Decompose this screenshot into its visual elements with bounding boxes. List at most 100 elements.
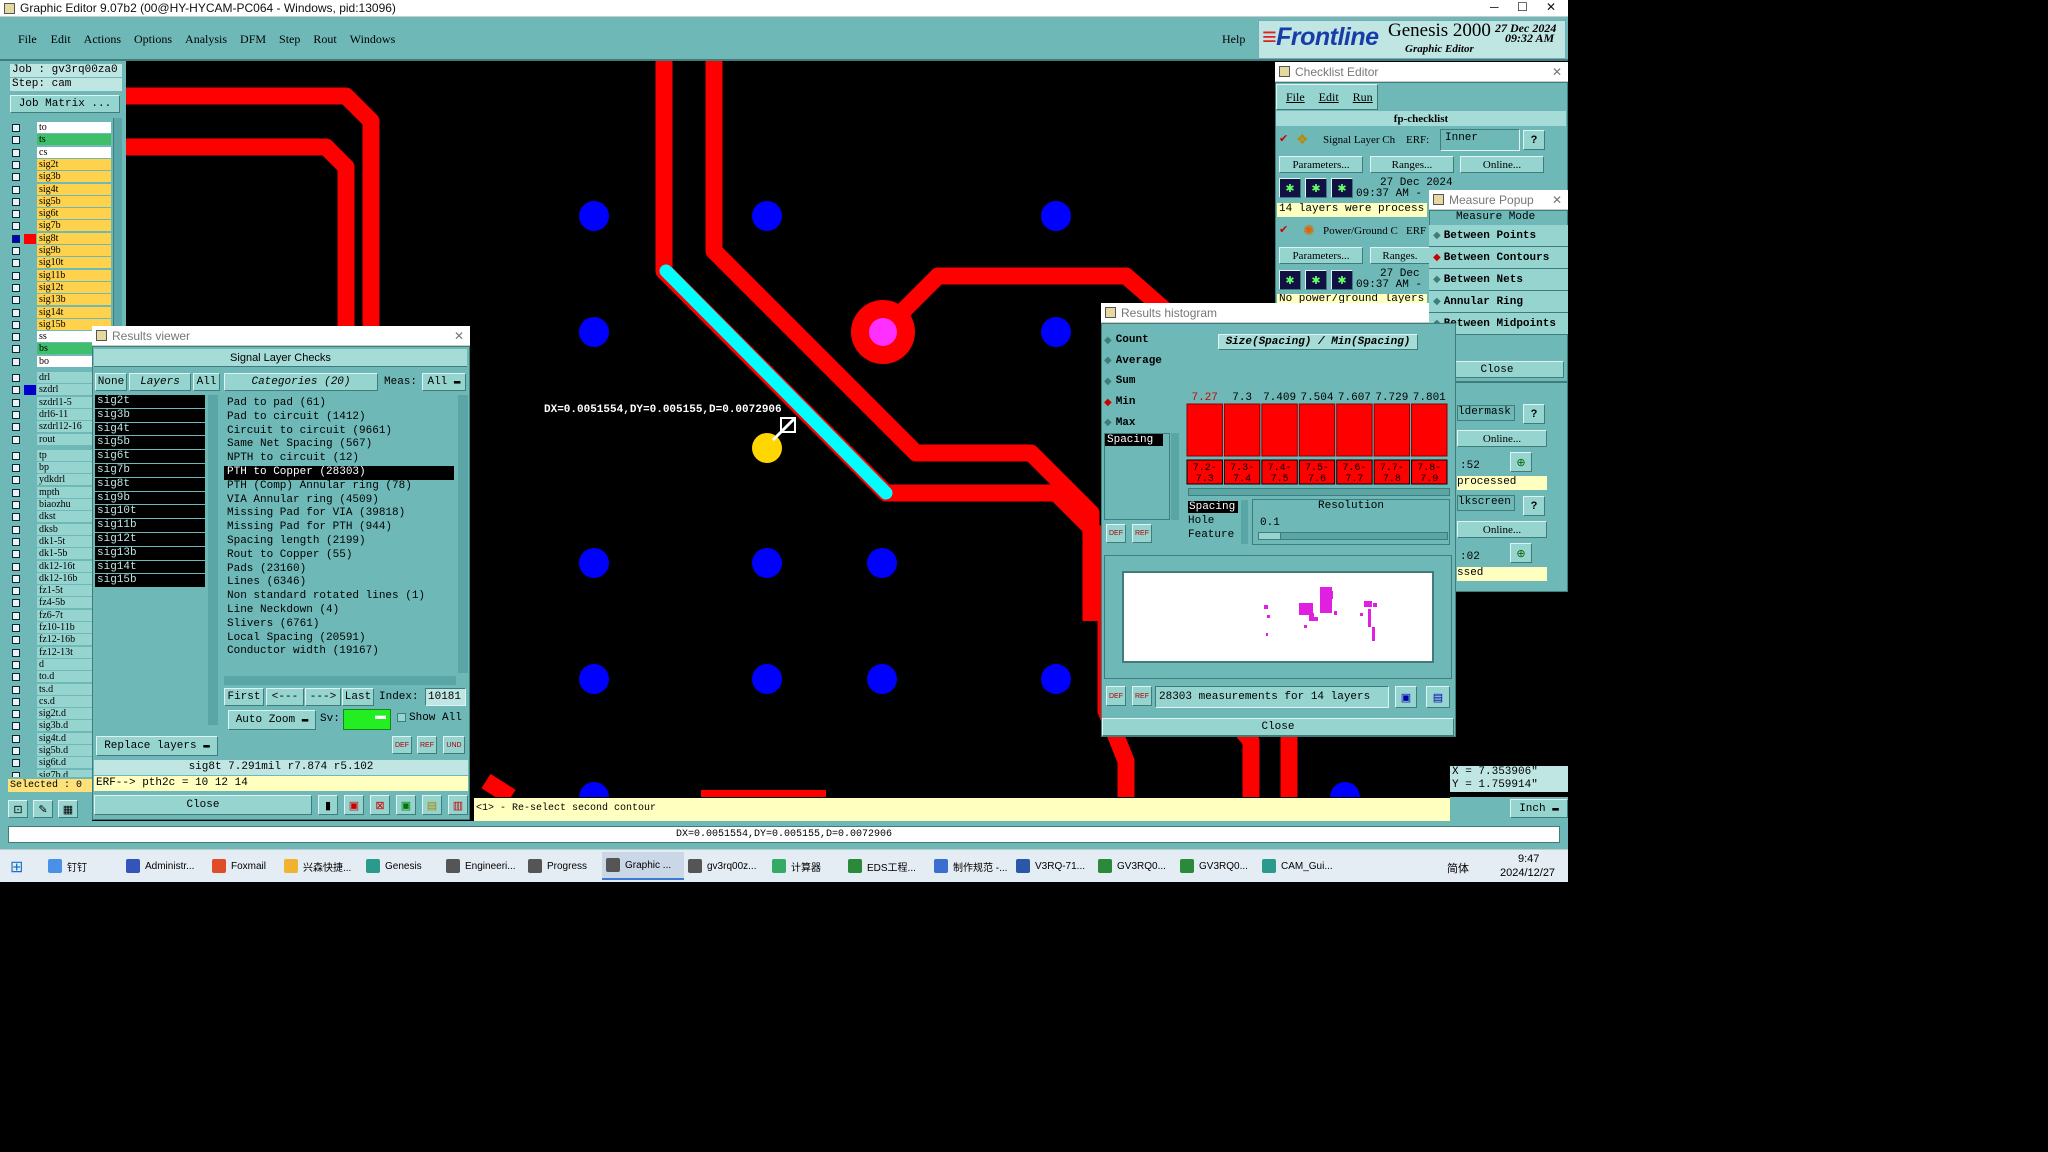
category-item[interactable]: Slivers (6761) xyxy=(224,618,454,632)
taskbar-item[interactable]: 计算器 xyxy=(768,852,844,880)
run-icon-1[interactable]: ✱ xyxy=(1279,178,1301,198)
color-bar-icon[interactable]: ▮ xyxy=(318,795,338,815)
stat-option[interactable]: ◆ Sum xyxy=(1104,371,1180,392)
def-icon[interactable]: DEF xyxy=(392,736,412,754)
help-button-1[interactable]: ? xyxy=(1523,130,1545,150)
histogram-bar[interactable] xyxy=(1298,403,1336,457)
layer-checkbox[interactable] xyxy=(12,501,20,509)
taskbar-item[interactable]: gv3rq00z... xyxy=(684,852,768,880)
layer-checkbox[interactable] xyxy=(12,308,20,317)
histogram-bar[interactable] xyxy=(1373,403,1411,457)
category-item[interactable]: Line Neckdown (4) xyxy=(224,604,454,618)
layer-checkbox[interactable] xyxy=(12,759,20,768)
index-field[interactable]: 10181 xyxy=(425,688,466,706)
layer-checkbox[interactable] xyxy=(12,210,20,219)
results-layer-item[interactable]: sig11b xyxy=(95,519,205,533)
layer-name[interactable]: sig6t xyxy=(37,208,111,220)
layer-row[interactable]: sig11b xyxy=(9,269,113,282)
run-icon-6[interactable]: ✱ xyxy=(1331,270,1353,290)
layer-checkbox[interactable] xyxy=(12,124,20,132)
taskbar-item[interactable]: Administr... xyxy=(122,852,208,880)
taskbar-item[interactable]: CAM_Gui... xyxy=(1258,852,1342,880)
layer-name[interactable]: sig2t xyxy=(37,158,111,170)
results-layer-item[interactable]: sig14t xyxy=(95,560,205,575)
type-hole[interactable]: Hole xyxy=(1188,515,1214,527)
run-icon-4[interactable]: ✱ xyxy=(1279,270,1301,290)
layer-name[interactable]: sig8t xyxy=(37,232,111,244)
online-button-4[interactable]: Online... xyxy=(1457,521,1547,538)
online-button-3[interactable]: Online... xyxy=(1457,430,1547,447)
tray-ime[interactable]: 简体 xyxy=(1447,860,1469,876)
layer-checkbox[interactable] xyxy=(12,771,20,777)
layer-row[interactable]: sig4t xyxy=(9,183,113,196)
export-icon[interactable]: ▣ xyxy=(396,795,416,815)
undo-icon[interactable]: UND xyxy=(443,736,465,754)
spacing-list-scrollbar[interactable] xyxy=(1171,433,1179,520)
measure-option[interactable]: ◆ Between Contours xyxy=(1429,247,1568,269)
layer-checkbox[interactable] xyxy=(12,283,20,292)
taskbar-item[interactable]: Graphic ... xyxy=(602,852,684,880)
layer-row[interactable]: to xyxy=(9,122,113,134)
results-layer-item[interactable]: sig9b xyxy=(95,491,205,506)
results-viewer-titlebar[interactable]: Results viewer ✕ xyxy=(92,326,470,346)
histogram-bar[interactable] xyxy=(1336,403,1373,457)
layer-checkbox[interactable] xyxy=(12,357,20,366)
layer-checkbox[interactable] xyxy=(12,476,20,485)
stat-option-label[interactable]: Max xyxy=(1116,417,1136,429)
layer-checkbox[interactable] xyxy=(12,464,20,473)
hist-ref-icon-2[interactable]: REF xyxy=(1132,686,1152,706)
help-button-3[interactable]: ? xyxy=(1523,404,1545,424)
layer-checkbox[interactable] xyxy=(12,259,20,268)
histogram-bar[interactable] xyxy=(1223,403,1261,457)
histogram-hscrollbar[interactable] xyxy=(1188,488,1450,496)
measure-option[interactable]: ◆ Annular Ring xyxy=(1429,291,1568,313)
layer-name[interactable]: sig11b xyxy=(37,269,111,281)
menu-actions[interactable]: Actions xyxy=(84,32,121,46)
hist-def-icon[interactable]: DEF xyxy=(1106,524,1126,543)
job-matrix-button[interactable]: Job Matrix ... xyxy=(10,95,120,113)
next-button[interactable]: ---> xyxy=(305,688,341,706)
layer-name[interactable]: ts xyxy=(37,134,111,146)
hist-print-icon[interactable]: ▤ xyxy=(1426,686,1450,708)
layer-checkbox[interactable] xyxy=(12,148,20,157)
layer-checkbox[interactable] xyxy=(12,345,20,354)
layer-checkbox[interactable] xyxy=(12,734,20,743)
stat-option[interactable]: ◆ Max xyxy=(1104,412,1180,433)
layer-checkbox[interactable] xyxy=(12,513,20,522)
category-item[interactable]: Missing Pad for VIA (39818) xyxy=(224,507,454,521)
layer-checkbox[interactable] xyxy=(12,587,20,596)
measure-option-label[interactable]: Between Contours xyxy=(1444,252,1550,264)
results-layer-scrollbar[interactable] xyxy=(208,395,218,725)
results-layer-item[interactable]: sig3b xyxy=(95,408,205,423)
layer-row[interactable]: sig14t xyxy=(9,306,113,319)
clear-icon[interactable]: ⊠ xyxy=(370,795,390,815)
layer-row[interactable]: sig10t xyxy=(9,257,113,269)
layer-row[interactable]: sig13b xyxy=(9,294,113,306)
layer-checkbox[interactable] xyxy=(12,611,20,620)
taskbar-item[interactable]: EDS工程... xyxy=(844,852,930,880)
layer-checkbox[interactable] xyxy=(12,197,20,206)
display-icon[interactable]: ▣ xyxy=(344,795,364,815)
maximize-icon[interactable]: ☐ xyxy=(1517,0,1528,14)
results-close-button[interactable]: Close xyxy=(94,795,312,815)
layer-checkbox[interactable] xyxy=(12,451,20,460)
histogram-icon[interactable]: ▥ xyxy=(448,795,468,815)
menu-edit[interactable]: Edit xyxy=(51,32,71,46)
checklist-menu-run[interactable]: Run xyxy=(1353,90,1373,105)
hist-export-icon[interactable]: ▣ xyxy=(1395,686,1417,708)
layer-row[interactable]: sig9b xyxy=(9,245,113,257)
category-item[interactable]: PTH (Comp) Annular ring (78) xyxy=(224,480,454,494)
stat-option[interactable]: ◆ Min xyxy=(1104,392,1180,413)
layer-name[interactable]: sig4t xyxy=(37,183,111,195)
layer-row[interactable]: sig2t xyxy=(9,158,113,171)
menu-analysis[interactable]: Analysis xyxy=(185,32,227,46)
measure-popup-titlebar[interactable]: Measure Popup ✕ xyxy=(1429,190,1568,210)
layer-checkbox[interactable] xyxy=(12,247,20,255)
measure-option-label[interactable]: Between Nets xyxy=(1444,274,1523,286)
measure-option[interactable]: ◆ Between Nets xyxy=(1429,269,1568,291)
check-enabled-2[interactable]: ✔ xyxy=(1279,223,1288,236)
zoom-tool-icon[interactable]: ⊡ xyxy=(8,800,28,818)
category-item[interactable]: Pad to circuit (1412) xyxy=(224,411,454,425)
layer-checkbox[interactable] xyxy=(12,435,20,444)
layer-checkbox[interactable] xyxy=(12,624,20,632)
